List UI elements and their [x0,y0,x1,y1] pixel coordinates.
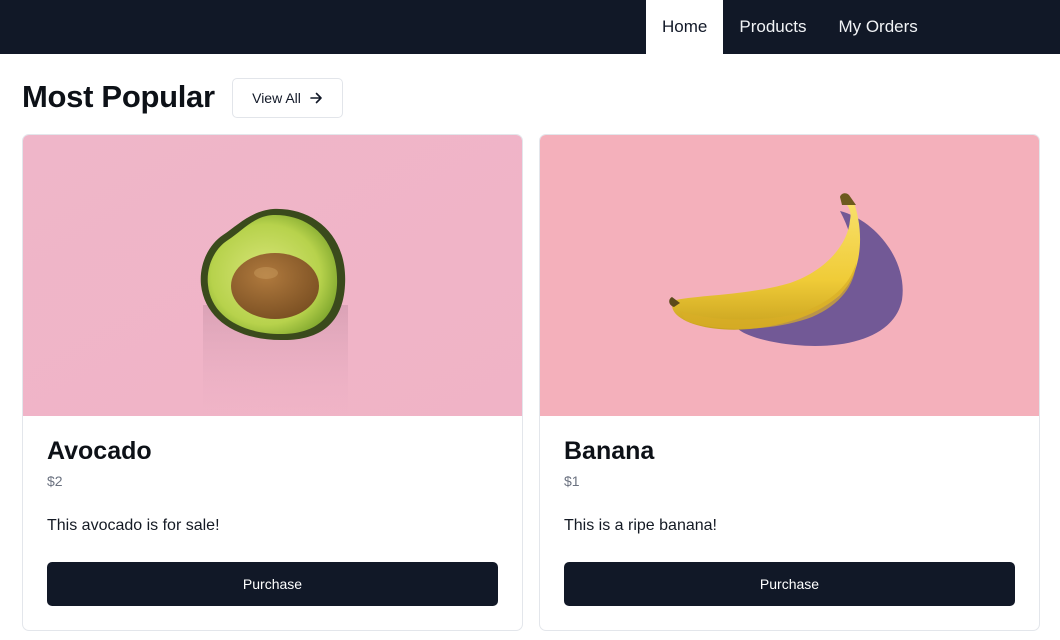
top-navbar: Home Products My Orders [0,0,1060,54]
avocado-image [23,135,522,416]
purchase-button[interactable]: Purchase [564,562,1015,606]
view-all-label: View All [252,90,301,106]
product-card-avocado: Avocado $2 This avocado is for sale! Pur… [22,134,523,631]
product-card-banana: Banana $1 This is a ripe banana! Purchas… [539,134,1040,631]
product-price: $1 [564,473,580,489]
arrow-right-icon [309,91,323,105]
nav-tab-my-orders[interactable]: My Orders [822,0,933,54]
page-title: Most Popular [22,79,215,114]
product-description: This avocado is for sale! [47,517,220,534]
product-name: Banana [564,437,655,465]
product-price: $2 [47,473,63,489]
nav-tab-products[interactable]: Products [723,0,822,54]
purchase-button[interactable]: Purchase [47,562,498,606]
product-name: Avocado [47,437,152,465]
view-all-button[interactable]: View All [232,78,343,118]
product-description: This is a ripe banana! [564,517,717,534]
nav-tabs: Home Products My Orders [646,0,934,54]
nav-tab-home[interactable]: Home [646,0,724,54]
banana-image [540,135,1039,416]
